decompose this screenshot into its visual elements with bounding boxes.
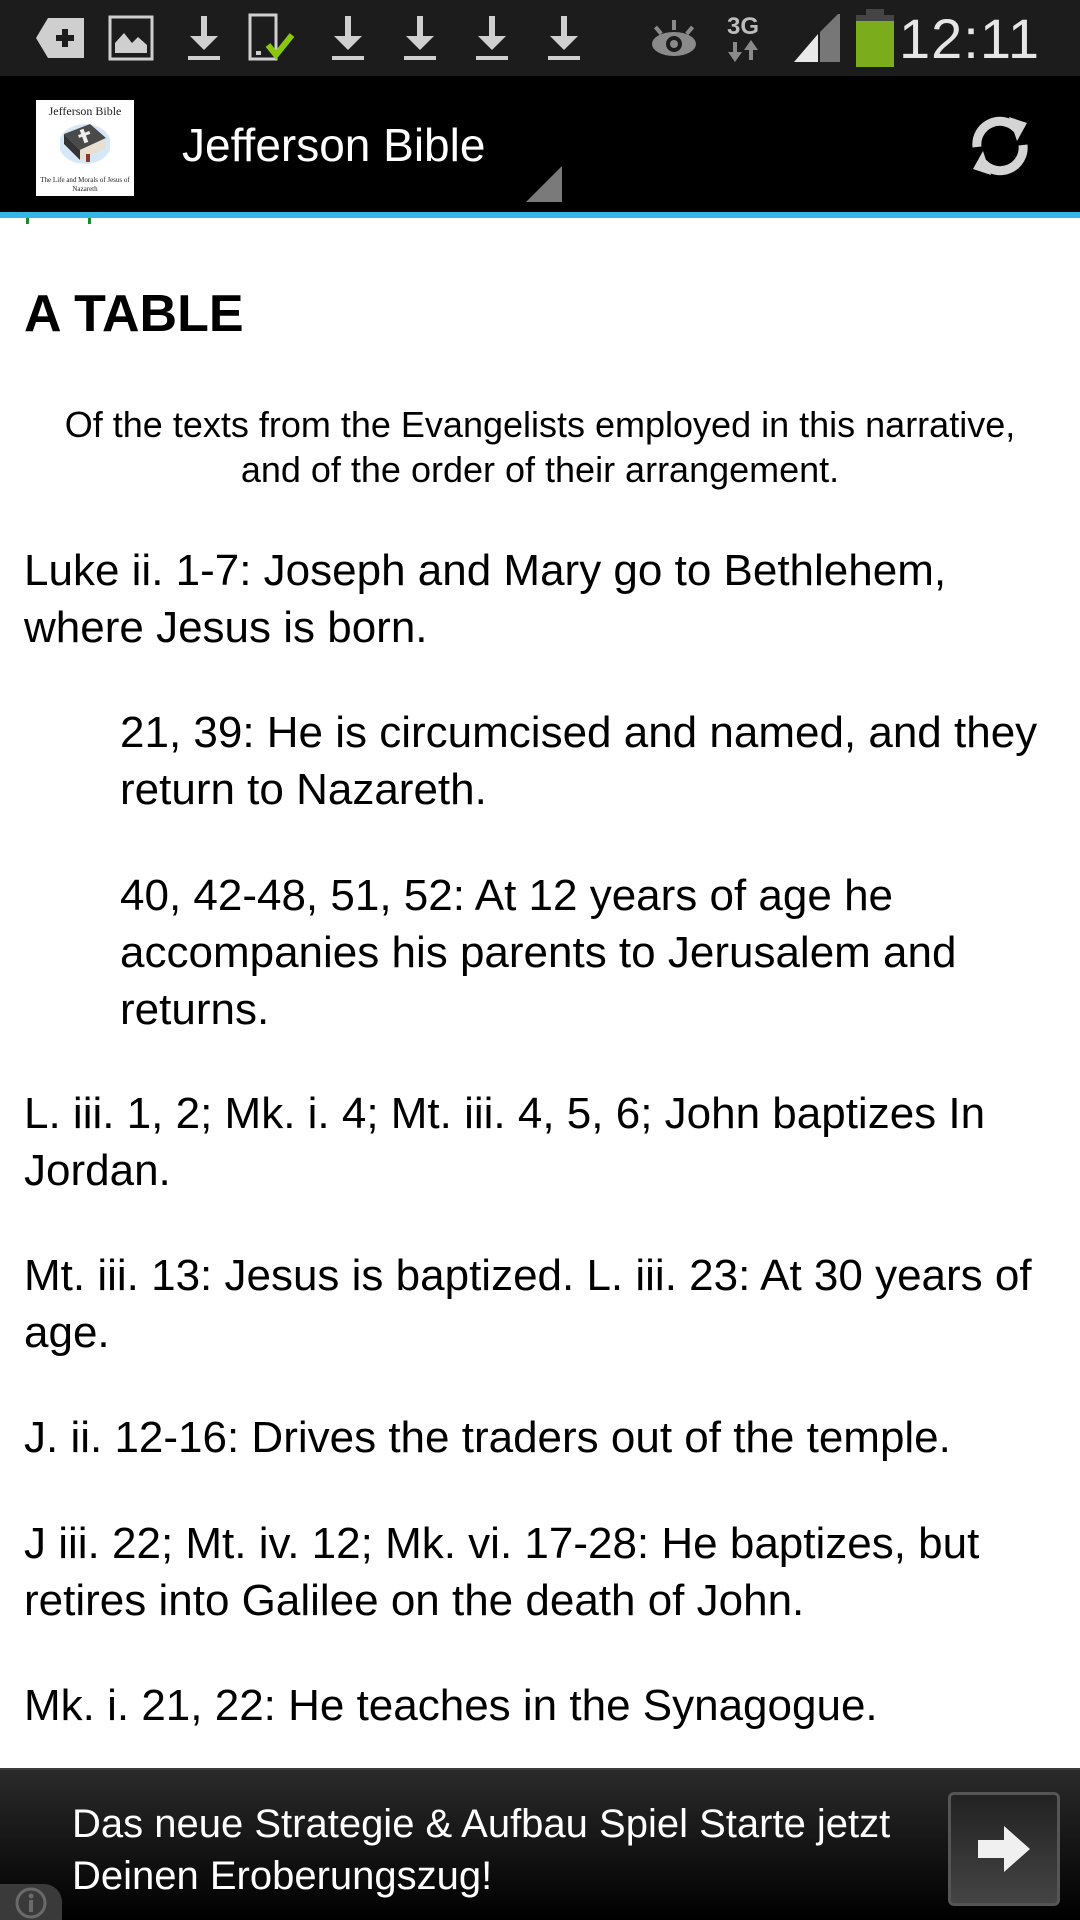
download-icon xyxy=(544,14,584,62)
device-check-icon xyxy=(246,13,302,62)
signal-icon xyxy=(792,14,842,62)
bible-book-icon xyxy=(60,124,110,164)
reading-content[interactable]: A TABLE Of the texts from the Evangelist… xyxy=(0,224,1080,1768)
ad-text[interactable]: Das neue Strategie & Aufbau Spiel Starte… xyxy=(72,1798,892,1902)
network-3g-icon: 3G xyxy=(726,10,760,66)
download-icon xyxy=(184,14,224,62)
table-entry: Mk. i. 21, 22: He teaches in the Synagog… xyxy=(24,1681,878,1730)
action-bar: Jefferson Bible The Life and Morals of J… xyxy=(0,76,1080,214)
clock: 12:11 xyxy=(899,7,1040,70)
table-entry: Luke ii. 1-7: Joseph and Mary go to Beth… xyxy=(24,546,947,652)
section-heading: A TABLE xyxy=(24,285,244,343)
image-icon xyxy=(108,14,154,62)
app-icon-title: Jefferson Bible xyxy=(48,104,122,118)
ad-info-button[interactable] xyxy=(0,1884,62,1920)
section-subtitle: Of the texts from the Evangelists employ… xyxy=(64,404,1016,490)
table-entry: Mt. iii. 13: Jesus is baptized. L. iii. … xyxy=(24,1251,1032,1357)
ad-open-button[interactable] xyxy=(948,1792,1060,1906)
network-type-label: 3G xyxy=(726,13,759,40)
arrow-right-icon xyxy=(978,1826,1030,1872)
download-icon xyxy=(328,14,368,62)
app-title[interactable]: Jefferson Bible xyxy=(182,76,485,214)
table-entry: J. ii. 12-16: Drives the traders out of … xyxy=(24,1413,951,1462)
refresh-icon xyxy=(972,116,1028,176)
info-icon xyxy=(15,1887,47,1919)
refresh-button[interactable] xyxy=(960,106,1040,186)
table-entry: 21, 39: He is circumcised and named, and… xyxy=(120,708,1038,814)
eye-icon xyxy=(650,14,698,62)
battery-icon xyxy=(856,8,894,68)
dropdown-indicator-icon[interactable] xyxy=(526,166,562,202)
app-icon[interactable]: Jefferson Bible The Life and Morals of J… xyxy=(36,100,134,196)
status-bar: 3G 12:11 xyxy=(0,0,1080,76)
table-entry: J iii. 22; Mt. iv. 12; Mk. vi. 17-28: He… xyxy=(24,1519,980,1625)
table-entry: 40, 42-48, 51, 52: At 12 years of age he… xyxy=(120,871,957,1034)
download-icon xyxy=(400,14,440,62)
app-icon-subtitle: The Life and Morals of Jesus of Nazareth xyxy=(40,176,130,193)
ad-banner[interactable]: Das neue Strategie & Aufbau Spiel Starte… xyxy=(0,1768,1080,1920)
download-icon xyxy=(472,14,512,62)
table-entry: L. iii. 1, 2; Mk. i. 4; Mt. iii. 4, 5, 6… xyxy=(24,1089,986,1195)
add-notification-icon xyxy=(34,14,86,62)
